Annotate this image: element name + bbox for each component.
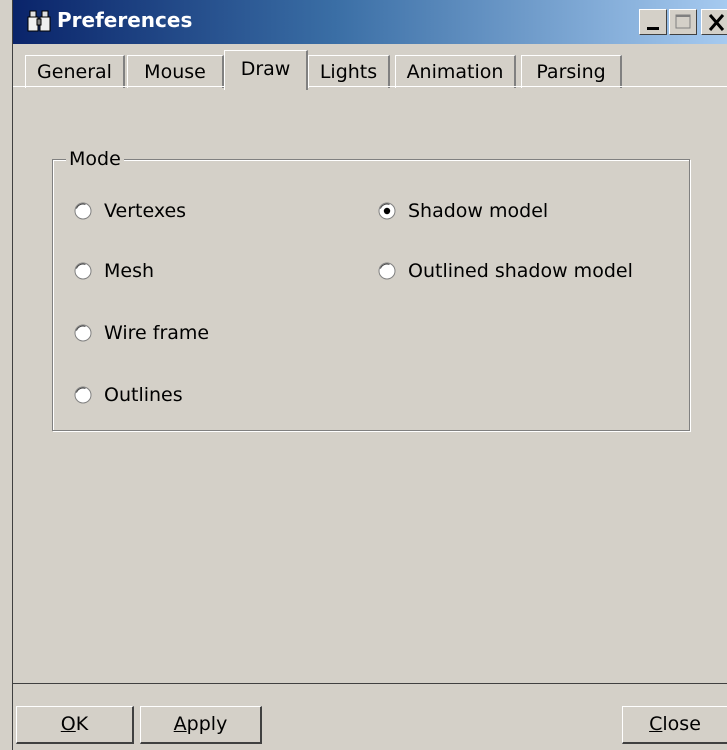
radio-label: Wire frame [104,322,210,344]
window-title: Preferences [57,8,193,32]
close-icon [708,14,725,31]
tab-label: Lights [319,61,378,83]
tab-label: Parsing [536,61,606,83]
apply-button[interactable]: Apply [140,706,262,744]
radio-unchecked-icon [74,262,92,280]
tab-parsing[interactable]: Parsing [521,55,622,88]
minimize-button[interactable] [639,9,667,35]
radio-label: Shadow model [408,200,549,222]
mode-group-legend: Mode [66,148,124,170]
radio-mesh[interactable]: Mesh [74,260,154,282]
tab-lights[interactable]: Lights [308,55,390,88]
radio-label: Vertexes [104,200,187,222]
title-bar[interactable]: Preferences [13,0,727,44]
tab-animation[interactable]: Animation [395,55,516,88]
tab-label: Draw [240,58,291,80]
binoculars-icon [27,9,55,35]
radio-wire-frame[interactable]: Wire frame [74,322,209,344]
radio-outlines[interactable]: Outlines [74,384,183,406]
mnemonic-letter: C [649,713,663,735]
tab-label: Mouse [144,61,206,83]
tab-mouse[interactable]: Mouse [127,55,224,88]
button-label: lose [662,713,701,735]
radio-label: Mesh [104,260,155,282]
radio-unchecked-icon [74,386,92,404]
radio-unchecked-icon [74,202,92,220]
minimize-icon [647,27,659,30]
radio-label: Outlined shadow model [408,260,633,282]
window-left-border [0,0,13,750]
tab-label: Animation [406,61,504,83]
radio-unchecked-icon [74,324,92,342]
tab-strip: General Mouse Draw Lights Animation Pars… [13,44,727,90]
radio-checked-icon [378,202,396,220]
tab-draw[interactable]: Draw [224,50,308,90]
radio-outlined-shadow-model[interactable]: Outlined shadow model [378,260,633,282]
tab-general[interactable]: General [25,55,125,88]
close-window-button[interactable] [701,9,727,35]
mnemonic-letter: O [60,713,76,735]
ok-button[interactable]: OK [16,706,134,744]
close-button[interactable]: Close [622,706,727,744]
radio-vertexes[interactable]: Vertexes [74,200,186,222]
maximize-button[interactable] [669,9,697,35]
mnemonic-letter: A [173,713,187,735]
button-label: K [75,713,89,735]
button-label: pply [186,713,228,735]
radio-label: Outlines [104,384,183,406]
maximize-icon [675,14,691,29]
tab-label: General [37,61,112,83]
radio-shadow-model[interactable]: Shadow model [378,200,548,222]
radio-unchecked-icon [378,262,396,280]
